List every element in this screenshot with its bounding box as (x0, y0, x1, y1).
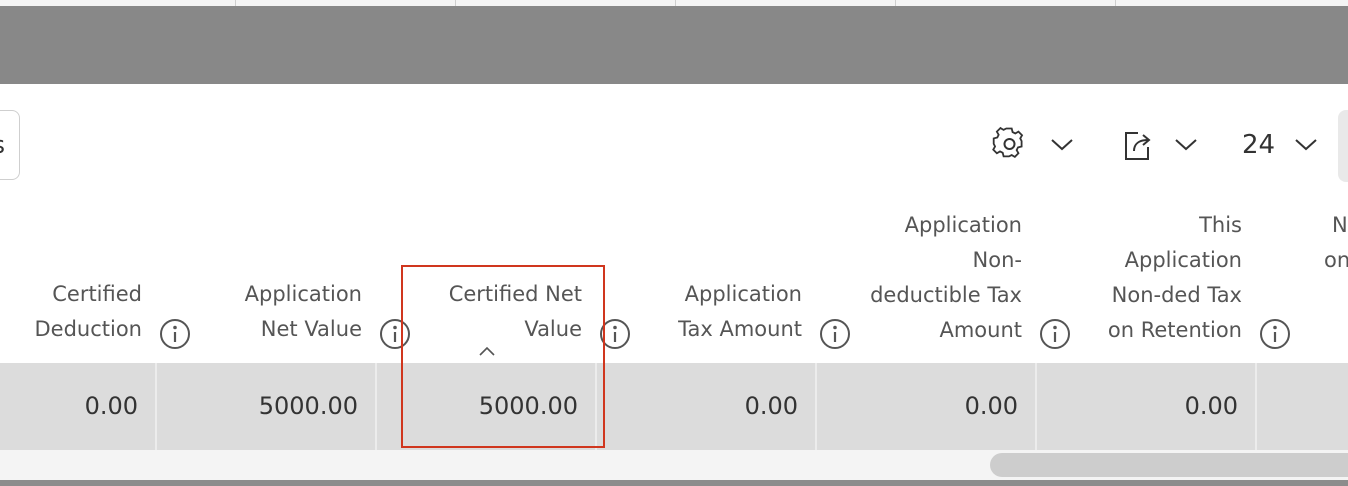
column-header-partial[interactable]: N on (1310, 208, 1348, 278)
left-toolbar-button-label: s (0, 131, 5, 159)
column-header-application-net-value[interactable]: Application Net Value (200, 277, 362, 347)
column-header-application-nonded-tax[interactable]: Application Non- deductible Tax Amount (850, 208, 1022, 348)
info-icon[interactable] (598, 317, 632, 351)
info-icon[interactable] (158, 317, 192, 351)
cell-this-application-nonded-retention: 0.00 (1184, 392, 1238, 420)
cell-application-net-value: 5000.00 (258, 392, 358, 420)
header-text: Value (524, 317, 582, 341)
header-text: deductible Tax (870, 283, 1022, 307)
header-text: Deduction (34, 317, 142, 341)
export-icon (1125, 132, 1151, 160)
chevron-down-icon (1051, 139, 1073, 151)
cell-divider (155, 363, 157, 450)
page-size-value: 24 (1242, 130, 1276, 160)
column-header-this-application-nonded-retention[interactable]: This Application Non-ded Tax on Retentio… (1070, 208, 1242, 348)
sort-ascending-icon (479, 346, 495, 356)
header-text: Certified (52, 282, 142, 306)
header-text: Non-ded Tax (1111, 283, 1242, 307)
left-toolbar-button[interactable]: s (0, 110, 20, 180)
right-toolbar-button[interactable] (1338, 110, 1348, 182)
bottom-strip (0, 480, 1348, 486)
column-header-certified-net-value[interactable]: Certified Net Value (420, 277, 582, 347)
info-icon[interactable] (818, 317, 852, 351)
header-text: Net Value (260, 317, 362, 341)
cell-application-nonded-tax: 0.00 (964, 392, 1018, 420)
header-text: Application (684, 282, 802, 306)
header-text: on (1324, 248, 1348, 272)
info-icon[interactable] (1038, 317, 1072, 351)
chevron-down-icon (1295, 139, 1317, 151)
cell-divider (1035, 363, 1037, 450)
gear-icon (992, 126, 1024, 158)
header-text: Application (244, 282, 362, 306)
header-text: Tax Amount (678, 317, 802, 341)
cell-divider (375, 363, 377, 450)
column-header-application-tax-amount[interactable]: Application Tax Amount (640, 277, 802, 347)
modal-overlay (0, 6, 1348, 84)
header-text: Application (1124, 248, 1242, 272)
scrollbar-thumb[interactable] (990, 453, 1348, 477)
header-text: Non- (972, 248, 1022, 272)
cell-certified-deduction: 0.00 (84, 392, 138, 420)
header-text: This (1199, 213, 1242, 237)
column-header-certified-deduction[interactable]: Certified Deduction (0, 277, 142, 347)
cell-divider (1255, 363, 1257, 450)
cell-divider (815, 363, 817, 450)
info-icon[interactable] (378, 317, 412, 351)
header-text: Certified Net (448, 282, 582, 306)
page-size-select[interactable]: 24 (1242, 120, 1323, 170)
header-text: Application (904, 213, 1022, 237)
chevron-down-icon (1175, 139, 1197, 151)
cell-divider (595, 363, 597, 450)
export-button[interactable] (1118, 120, 1206, 170)
header-text: Amount (939, 318, 1022, 342)
cell-application-tax-amount: 0.00 (744, 392, 798, 420)
cell-certified-net-value: 5000.00 (478, 392, 578, 420)
info-icon[interactable] (1258, 317, 1292, 351)
header-text: on Retention (1107, 318, 1242, 342)
header-text: N (1332, 213, 1348, 237)
settings-button[interactable] (990, 120, 1082, 170)
